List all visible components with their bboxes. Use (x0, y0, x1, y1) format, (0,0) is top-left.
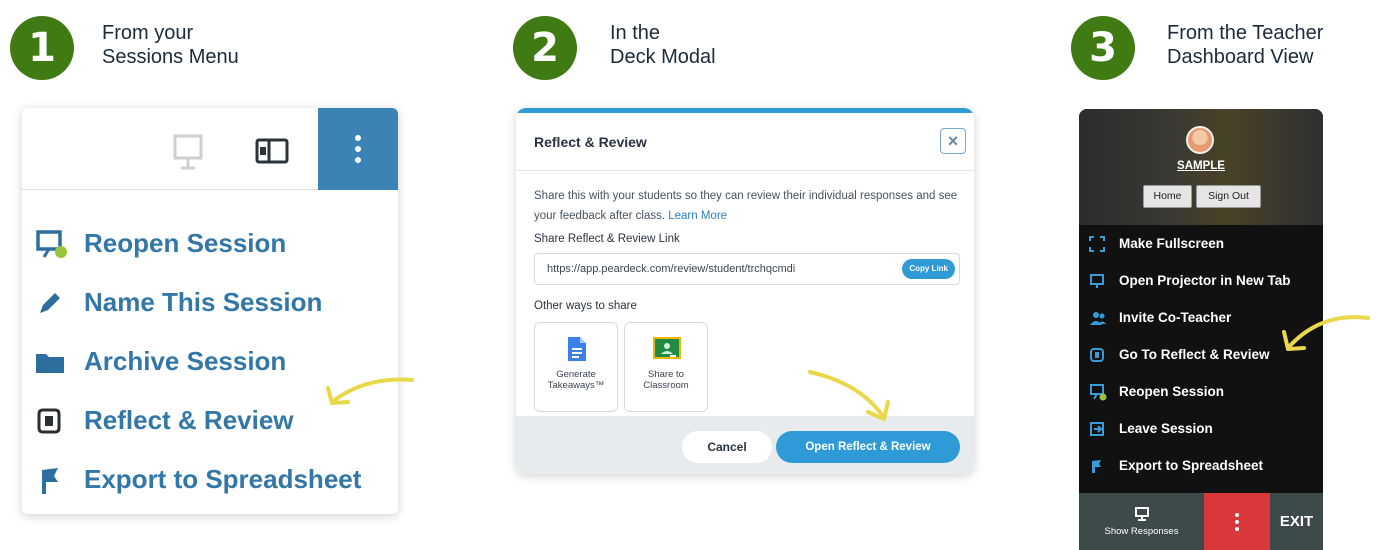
card-label: Generate (556, 369, 596, 380)
menu-item-label: Open Projector in New Tab (1119, 273, 1291, 288)
modal-title: Reflect & Review (534, 133, 647, 150)
reflect-icon (34, 406, 84, 436)
share-link-field[interactable]: https://app.peardeck.com/review/student/… (534, 253, 960, 285)
menu-item-reflect-review[interactable]: Reflect & Review (34, 391, 361, 450)
modal-footer: Cancel Open Reflect & Review (516, 416, 974, 474)
step-caption-line: Dashboard View (1167, 46, 1314, 68)
close-icon[interactable]: × (940, 128, 966, 154)
sessions-toolbar (22, 108, 398, 190)
folder-icon (34, 347, 84, 377)
username[interactable]: SAMPLE (1079, 160, 1323, 172)
menu-item-fullscreen[interactable]: Make Fullscreen (1079, 225, 1323, 262)
show-responses-button[interactable]: Show Responses (1079, 493, 1204, 550)
export-icon (34, 465, 84, 495)
menu-item-reopen-session[interactable]: Reopen Session (1079, 373, 1323, 410)
pointer-arrow-icon (808, 370, 890, 421)
export-icon (1089, 457, 1119, 475)
pencil-icon (34, 288, 84, 318)
menu-item-export-spreadsheet[interactable]: Export to Spreadsheet (34, 450, 361, 509)
projector-icon (1089, 383, 1119, 401)
menu-item-label: Reopen Session (84, 228, 287, 258)
step-number-badge: 3 (1071, 16, 1135, 80)
modal-description: Share this with your students so they ca… (534, 186, 964, 226)
menu-item-label: Name This Session (84, 287, 323, 317)
sessions-menu-list: Reopen Session Name This Session Archive… (34, 214, 361, 509)
google-docs-icon (562, 335, 590, 363)
share-link-value: https://app.peardeck.com/review/student/… (547, 263, 796, 275)
menu-item-label: Reopen Session (1119, 384, 1225, 399)
exit-button[interactable]: EXIT (1270, 493, 1323, 550)
menu-item-label: Reflect & Review (84, 405, 294, 435)
description-text: Share this with your students so they ca… (534, 190, 958, 222)
step-caption-line: In the (610, 22, 661, 44)
menu-item-label: Go To Reflect & Review (1119, 347, 1270, 362)
menu-item-label: Archive Session (84, 346, 287, 376)
step-number-badge: 2 (513, 16, 577, 80)
home-button[interactable]: Home (1143, 185, 1192, 208)
learn-more-link[interactable]: Learn More (668, 210, 727, 222)
kebab-icon (355, 135, 361, 163)
leave-icon (1089, 420, 1119, 438)
menu-item-label: Leave Session (1119, 421, 1213, 436)
pointer-arrow-icon (1282, 315, 1370, 351)
menu-item-reopen-session[interactable]: Reopen Session (34, 214, 361, 273)
card-label: Classroom (643, 380, 689, 391)
step-caption-line: From your (102, 22, 194, 44)
share-link-label: Share Reflect & Review Link (534, 233, 680, 245)
reflect-review-modal: Reflect & Review × Share this with your … (516, 108, 974, 474)
google-classroom-icon (652, 335, 681, 363)
share-to-classroom-card[interactable]: Share to Classroom (624, 322, 708, 412)
menu-item-name-session[interactable]: Name This Session (34, 273, 361, 332)
layout-icon[interactable] (255, 138, 289, 168)
other-ways-label: Other ways to share (534, 300, 637, 312)
projector-icon[interactable] (172, 134, 204, 174)
step-caption-line: Sessions Menu (102, 46, 239, 68)
menu-item-label: Make Fullscreen (1119, 236, 1225, 251)
menu-item-label: Export to Spreadsheet (84, 464, 362, 494)
step-number-badge: 1 (10, 16, 74, 80)
menu-item-label: Invite Co-Teacher (1119, 310, 1232, 325)
step-caption: In the Deck Modal (610, 21, 716, 69)
menu-item-open-projector[interactable]: Open Projector in New Tab (1079, 262, 1323, 299)
menu-item-leave-session[interactable]: Leave Session (1079, 410, 1323, 447)
menu-item-export-spreadsheet[interactable]: Export to Spreadsheet (1079, 447, 1323, 484)
people-icon (1089, 309, 1119, 327)
step-caption: From your Sessions Menu (102, 21, 239, 69)
step-caption: From the Teacher Dashboard View (1167, 21, 1323, 69)
modal-header: Reflect & Review × (516, 113, 974, 171)
sessions-menu-panel: Reopen Session Name This Session Archive… (22, 108, 398, 514)
reflect-icon (1089, 346, 1119, 364)
card-label: Takeaways™ (547, 380, 605, 391)
projector-icon (1089, 272, 1119, 290)
step-caption-line: From the Teacher (1167, 22, 1324, 44)
more-options-button[interactable] (318, 108, 398, 190)
cancel-button[interactable]: Cancel (682, 431, 772, 463)
menu-item-label: Export to Spreadsheet (1119, 458, 1264, 473)
card-label: Share to (648, 369, 684, 380)
fullscreen-icon (1089, 235, 1119, 253)
open-reflect-review-button[interactable]: Open Reflect & Review (776, 431, 960, 463)
menu-item-archive-session[interactable]: Archive Session (34, 332, 361, 391)
generate-takeaways-card[interactable]: Generate Takeaways™ (534, 322, 618, 412)
projector-icon (34, 229, 84, 259)
projector-icon (1134, 507, 1149, 524)
dashboard-bottom-bar: Show Responses EXIT (1079, 493, 1323, 550)
kebab-icon (1235, 512, 1239, 531)
show-responses-label: Show Responses (1104, 526, 1179, 537)
sign-out-button[interactable]: Sign Out (1196, 185, 1261, 208)
copy-link-button[interactable]: Copy Link (902, 259, 955, 279)
pointer-arrow-icon (326, 377, 414, 405)
more-options-button[interactable] (1204, 493, 1270, 550)
avatar (1186, 126, 1214, 154)
step-caption-line: Deck Modal (610, 46, 716, 68)
